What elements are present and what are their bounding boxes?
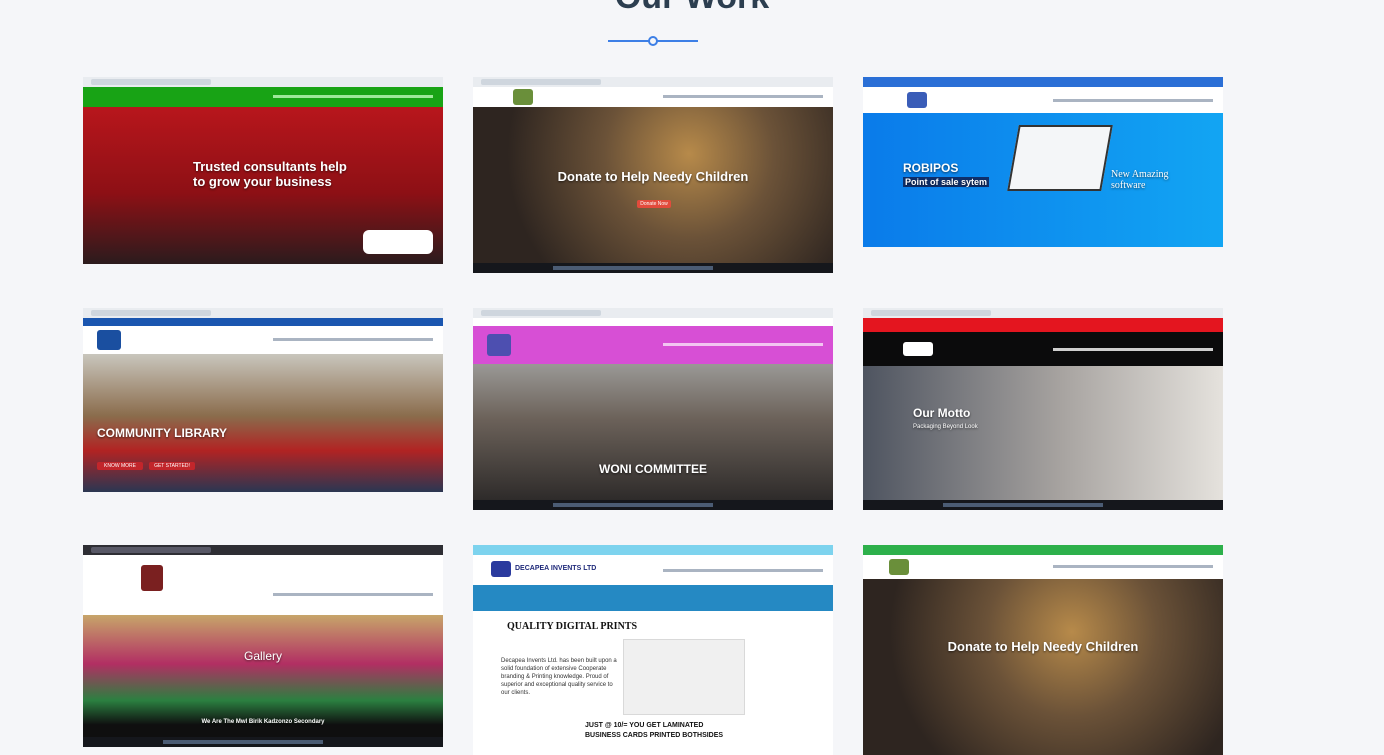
site-nav [83,326,443,355]
brand-name: DECAPEA INVENTS LTD [515,565,597,572]
taskbar [83,737,443,747]
hero-side-text: New Amazing software [1111,169,1169,191]
portfolio-card[interactable]: Donate to Help Needy Children [863,545,1223,755]
taskbar [863,500,1223,510]
portfolio-card[interactable]: Trusted consultants help to grow your bu… [83,77,443,264]
body-text: Decapea Invents Ltd. has been built upon… [501,658,617,696]
top-bar [863,77,1223,87]
browser-bar [863,308,1223,318]
section-title: Our Work [0,0,1384,17]
pos-terminal-image [1007,125,1113,191]
hero-title: Gallery [243,649,282,663]
get-started-button[interactable]: GET STARTED! [149,462,195,470]
hero-title: ROBIPOS [903,161,959,175]
site-nav [863,87,1223,114]
business-cards-image [623,639,745,715]
hero-image: Donate to Help Needy Children [863,579,1223,755]
hero-image: Donate to Help Needy Children Donate Now [473,107,833,263]
hero-subtitle: Packaging Beyond Look [913,424,978,430]
portfolio-card[interactable]: Our Motto Packaging Beyond Look [863,308,1223,510]
portfolio-card[interactable]: Donate to Help Needy Children Donate Now [473,77,833,273]
hero-title: Our Motto [913,406,971,420]
hero-caption: We Are The Mwl Birik Kadzonzo Secondary [201,719,325,725]
hero-title: WONI COMMITTEE [599,462,707,476]
site-nav: DECAPEA INVENTS LTD [473,555,833,586]
taskbar [473,263,833,273]
site-nav [473,87,833,108]
site-nav [473,326,833,364]
taskbar [473,500,833,510]
browser-bar [83,308,443,318]
portfolio-card[interactable]: COMMUNITY LIBRARY KNOW MORE GET STARTED! [83,308,443,492]
browser-bar [473,308,833,318]
site-nav [863,332,1223,366]
portfolio-card[interactable]: Gallery We Are The Mwl Birik Kadzonzo Se… [83,545,443,747]
site-nav [863,555,1223,580]
hero-title: Donate to Help Needy Children [947,639,1139,654]
browser-bar [83,545,443,555]
hero-title: Donate to Help Needy Children [557,169,749,184]
site-nav [83,87,443,108]
hero-image: Trusted consultants help to grow your bu… [83,107,443,264]
browser-bar [473,77,833,87]
chat-bubble[interactable] [363,230,433,254]
browser-bar [83,77,443,87]
hero-image: Our Motto Packaging Beyond Look [863,366,1223,500]
hero-band [473,585,833,611]
top-bar [863,545,1223,555]
portfolio-card[interactable]: ROBIPOS Point of sale sytem New Amazing … [863,77,1223,247]
hero-subtitle: Point of sale sytem [903,177,990,187]
portfolio-card[interactable]: DECAPEA INVENTS LTD QUALITY DIGITAL PRIN… [473,545,833,755]
hero-title: QUALITY DIGITAL PRINTS [507,621,638,632]
know-more-button[interactable]: KNOW MORE [97,462,143,470]
title-divider [608,34,698,48]
hero-image: Gallery We Are The Mwl Birik Kadzonzo Se… [83,615,443,737]
top-bar [473,545,833,555]
hero-title: Trusted consultants help to grow your bu… [193,159,347,189]
top-bar [83,318,443,326]
hero-image: WONI COMMITTEE [473,364,833,500]
hero-title: COMMUNITY LIBRARY [97,426,227,440]
hero-image: COMMUNITY LIBRARY KNOW MORE GET STARTED! [83,354,443,492]
donate-button[interactable]: Donate Now [637,200,671,208]
top-bar [863,318,1223,332]
hero-image: ROBIPOS Point of sale sytem New Amazing … [863,113,1223,247]
promo-text: JUST @ 10/= YOU GET LAMINATED BUSINESS C… [585,722,724,739]
site-nav [83,555,443,616]
portfolio-card[interactable]: WONI COMMITTEE [473,308,833,510]
